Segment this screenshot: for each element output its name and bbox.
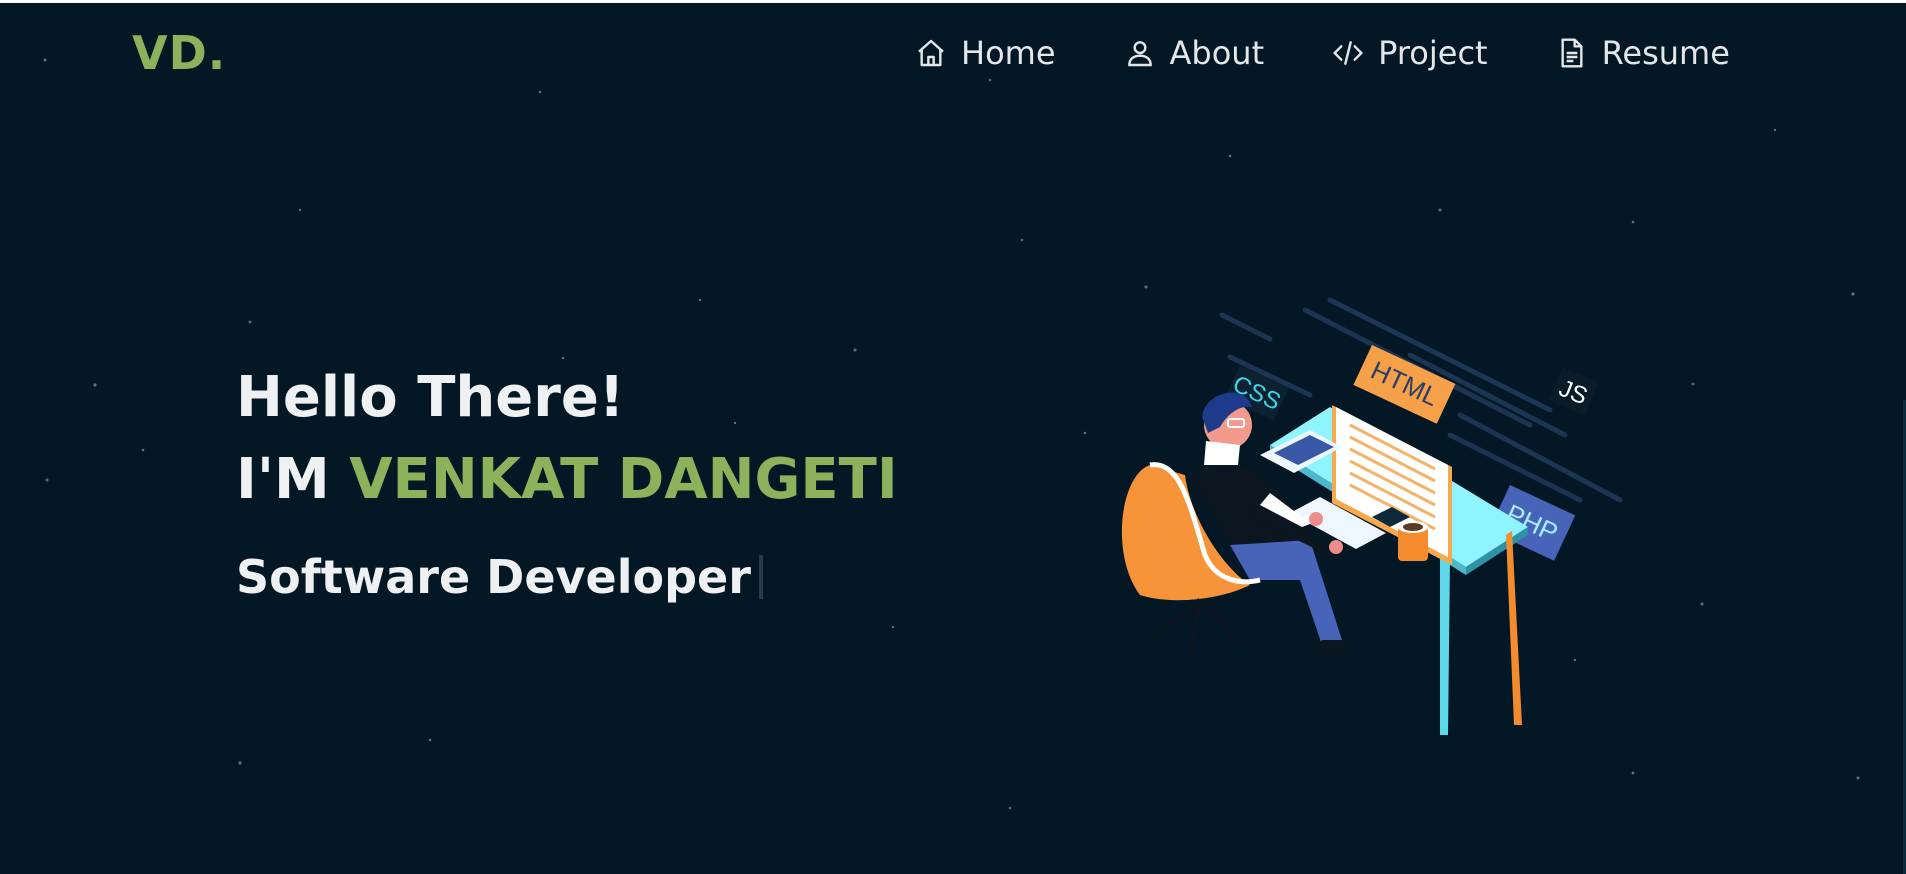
nav-item-about[interactable]: About	[1124, 34, 1265, 72]
home-icon	[918, 39, 944, 67]
logo[interactable]: VD.	[132, 26, 226, 80]
nav-item-label: Project	[1378, 34, 1488, 72]
role-text: Software Developer	[236, 550, 751, 604]
intro-prefix: I'M	[236, 447, 330, 512]
developer-name: VENKAT DANGETI	[349, 447, 898, 512]
logo-text: VD	[132, 26, 208, 80]
nav-item-label: About	[1169, 34, 1265, 72]
nav-item-label: Home	[961, 34, 1056, 72]
document-icon	[1561, 38, 1583, 68]
logo-dot: .	[207, 26, 227, 80]
nav-item-resume[interactable]: Resume	[1556, 34, 1730, 72]
nav-item-home[interactable]: Home	[915, 34, 1056, 72]
navbar: VD. Home About Project Resume	[0, 0, 1906, 110]
role-typewriter: Software Developer	[236, 550, 898, 604]
nav-links: Home About Project Resume	[915, 34, 1730, 72]
nav-item-label: Resume	[1601, 34, 1730, 72]
typing-cursor	[758, 555, 763, 599]
nav-item-project[interactable]: Project	[1332, 34, 1488, 72]
user-icon	[1127, 41, 1152, 67]
hero-section: Hello There! I'M VENKAT DANGETI Software…	[236, 365, 898, 605]
developer-illustration: HTML CSS JS PHP	[1121, 297, 1623, 735]
code-icon	[1333, 41, 1364, 65]
intro-heading: I'M VENKAT DANGETI	[236, 448, 898, 512]
greeting-heading: Hello There!	[236, 365, 625, 430]
